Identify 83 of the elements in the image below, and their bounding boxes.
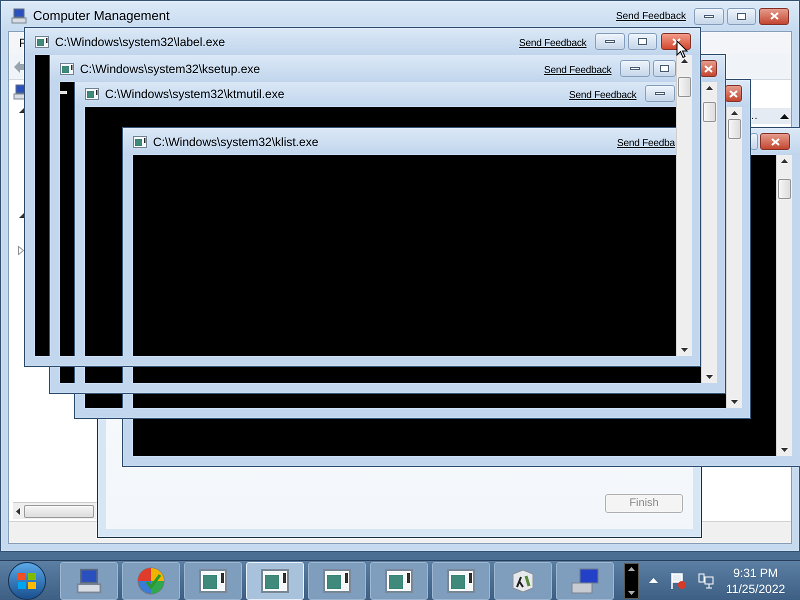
- console-window-icon: [85, 86, 99, 100]
- window-title: Computer Management: [33, 7, 170, 26]
- taskbar-button[interactable]: [60, 562, 118, 600]
- scroll-up-icon[interactable]: [628, 566, 635, 570]
- scroll-thumb[interactable]: [703, 102, 716, 122]
- scroll-down-icon[interactable]: [781, 448, 788, 452]
- close-icon: [770, 138, 780, 146]
- collapsed-arrow-icon[interactable]: [18, 246, 24, 255]
- taskbar-button[interactable]: [308, 562, 366, 600]
- minimize-button[interactable]: [694, 8, 724, 24]
- send-feedback-link[interactable]: Send Feedback: [544, 63, 612, 78]
- taskbar-button[interactable]: [432, 562, 490, 600]
- network-icon[interactable]: [698, 572, 714, 588]
- clock-time: 9:31 PM: [733, 564, 778, 580]
- monitor-icon: [570, 566, 600, 594]
- mouse-pointer-icon: [676, 40, 688, 59]
- window-title: C:\Windows\system32\ktmutil.exe: [105, 86, 284, 102]
- clock[interactable]: 9:31 PM 11/25/2022: [726, 564, 786, 596]
- maximize-button[interactable]: [653, 60, 676, 77]
- scroll-up-icon[interactable]: [706, 86, 713, 90]
- clock-date: 11/25/2022: [726, 580, 786, 596]
- scroll-thumb[interactable]: [678, 77, 691, 97]
- window-title: C:\Windows\system32\klist.exe: [153, 134, 318, 150]
- taskbar-button[interactable]: [370, 562, 428, 600]
- windows-logo-icon: [17, 572, 37, 590]
- computer-icon: [76, 568, 102, 594]
- console-window-icon: [60, 62, 74, 76]
- minimize-button[interactable]: [645, 85, 675, 102]
- close-button[interactable]: [760, 133, 790, 150]
- colored-ball-icon: [136, 566, 166, 596]
- scroll-down-icon[interactable]: [731, 400, 738, 404]
- console-window-icon: [385, 566, 413, 594]
- window-title: C:\Windows\system32\ksetup.exe: [80, 60, 260, 78]
- vertical-scrollbar[interactable]: [776, 155, 792, 456]
- taskbar-button[interactable]: [494, 562, 552, 600]
- maximize-button[interactable]: [727, 8, 756, 24]
- scroll-down-icon[interactable]: [628, 590, 635, 594]
- send-feedback-link[interactable]: Send Feedback: [519, 36, 586, 51]
- send-feedback-link[interactable]: Send Feedback: [569, 88, 636, 103]
- scroll-down-icon[interactable]: [681, 348, 688, 352]
- send-feedback-link[interactable]: Send Feedback: [616, 8, 686, 24]
- tray-scroller[interactable]: [624, 562, 639, 598]
- send-feedback-link[interactable]: Send Feedba: [617, 136, 675, 151]
- start-button[interactable]: [8, 562, 46, 600]
- close-button[interactable]: [759, 8, 789, 24]
- scroll-up-icon[interactable]: [781, 159, 788, 163]
- scroll-thumb[interactable]: [24, 504, 94, 518]
- console-window-icon: [323, 566, 351, 594]
- console-window-icon: [133, 134, 147, 148]
- maximize-button[interactable]: [628, 33, 657, 50]
- close-button[interactable]: [725, 85, 742, 102]
- close-button[interactable]: [661, 33, 691, 50]
- computer-icon: [11, 8, 27, 24]
- show-hidden-icons-icon[interactable]: [649, 578, 658, 583]
- scroll-left-icon[interactable]: [16, 508, 20, 514]
- back-arrow-icon[interactable]: [13, 60, 27, 74]
- taskbar-button[interactable]: [556, 562, 614, 600]
- close-icon: [672, 38, 680, 46]
- close-icon: [770, 12, 778, 20]
- vertical-scrollbar[interactable]: [726, 107, 742, 408]
- vertical-scrollbar[interactable]: [701, 82, 717, 383]
- window-title: C:\Windows\system32\label.exe: [55, 34, 226, 50]
- scroll-up-icon[interactable]: [731, 111, 738, 115]
- minimize-button[interactable]: [620, 60, 650, 77]
- close-icon: [704, 64, 713, 72]
- minimize-button[interactable]: [595, 33, 625, 50]
- close-button[interactable]: [700, 60, 717, 77]
- close-icon: [729, 90, 738, 98]
- collapse-arrow-icon[interactable]: [780, 114, 789, 118]
- scroll-thumb[interactable]: [728, 119, 741, 139]
- scroll-down-icon[interactable]: [706, 375, 713, 379]
- text-cursor-mark: [60, 91, 67, 94]
- expanded-arrow-icon[interactable]: [19, 211, 26, 218]
- horizontal-scrollbar[interactable]: [13, 502, 97, 519]
- console-window-icon: [261, 566, 289, 594]
- console-window-icon: [447, 566, 475, 594]
- taskbar-button[interactable]: [184, 562, 242, 600]
- flag-icon[interactable]: [670, 572, 686, 590]
- console-window-icon: [35, 34, 49, 48]
- expanded-arrow-icon[interactable]: [19, 106, 26, 113]
- vertical-scrollbar[interactable]: [676, 55, 692, 356]
- console-window-icon: [199, 566, 227, 594]
- scroll-thumb[interactable]: [778, 179, 791, 199]
